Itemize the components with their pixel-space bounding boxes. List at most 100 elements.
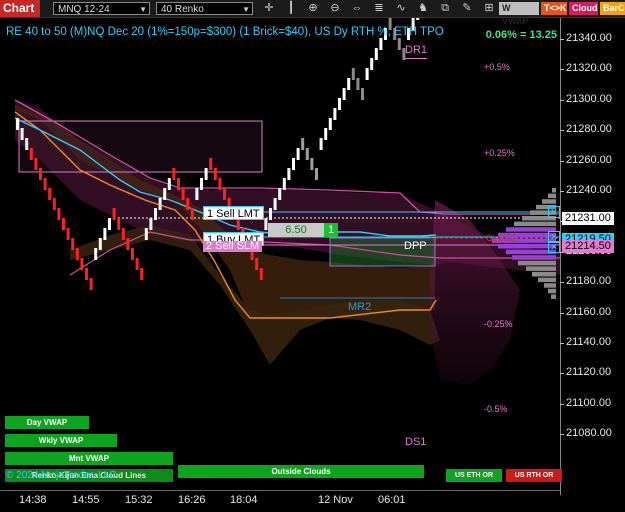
day-vwap-button[interactable]: Day VWAP	[5, 416, 89, 429]
draw-icon[interactable]: ✎	[460, 1, 474, 15]
ds1-label: DS1	[405, 436, 427, 448]
cloud-button[interactable]: Cloud	[569, 2, 598, 15]
pct-change: 0.06% = 13.25	[485, 29, 557, 41]
barco-button[interactable]: BarCo	[600, 2, 625, 15]
bar-style-icon[interactable]: ┃	[284, 1, 298, 15]
price-tick-mark	[560, 69, 564, 71]
pnl-display: 6.50	[268, 223, 324, 237]
renko-brick	[140, 268, 144, 280]
scroll-icon[interactable]: ⇔	[350, 1, 364, 15]
renko-brick	[20, 128, 24, 140]
renko-brick	[131, 248, 134, 260]
volume-profile-bar	[538, 277, 556, 283]
renko-brick	[370, 58, 374, 70]
price-tick-mark	[560, 130, 564, 132]
position-qty[interactable]: 1	[324, 223, 338, 237]
price-tick-label: 21080.00	[566, 427, 612, 440]
volume-profile-bar	[544, 283, 556, 288]
renko-brick	[154, 208, 157, 220]
renko-brick	[282, 178, 286, 190]
price-tick-label: 21340.00	[566, 32, 612, 44]
toolbar: Chart MNQ 12-24 ▼ 40 Renko ▼ ✛ ┃ ⊕ ⊖ ⇔ ≣ ∿…	[0, 0, 625, 26]
close-icon[interactable]: ✕	[548, 241, 560, 253]
renko-brick	[103, 228, 107, 240]
mnt-vwap-button[interactable]: Mnt VWAP	[5, 452, 173, 465]
price-tick-mark	[560, 282, 564, 284]
renko-brick	[338, 98, 341, 110]
renko-brick	[89, 278, 93, 290]
templates-icon[interactable]: ⧉	[438, 1, 452, 15]
mr2-label: MR2	[348, 301, 372, 313]
crosshair-icon[interactable]: ✛	[262, 1, 276, 15]
price-tick-mark	[560, 99, 564, 101]
price-tick-mark	[560, 39, 564, 40]
renko-brick	[121, 228, 125, 240]
outside-clouds-button[interactable]: Outside Clouds	[178, 465, 424, 478]
wvwap-button[interactable]: W VWAP	[499, 2, 539, 26]
renko-brick	[186, 198, 190, 210]
renko-brick	[333, 108, 337, 120]
renko-brick	[85, 268, 88, 280]
zoom-in-icon[interactable]: ⊕	[306, 1, 320, 15]
renko-brick	[34, 158, 38, 170]
bar-type-selector[interactable]: 40 Renko ▼	[156, 2, 253, 15]
price-tick-label: 21280.00	[566, 123, 612, 136]
copyright: © 2024 NinjaTrader, LLC	[6, 470, 117, 481]
price-tick-mark	[560, 191, 564, 192]
time-label: 15:32	[125, 494, 153, 506]
renko-brick	[163, 188, 167, 200]
wkly-vwap-button[interactable]: Wkly VWAP	[5, 434, 117, 447]
instrument-selector[interactable]: MNQ 12-24 ▼	[53, 2, 150, 15]
strategies-icon[interactable]: ♞	[416, 1, 430, 15]
renko-brick	[71, 238, 75, 250]
current-price-box: 21231.00	[562, 212, 614, 225]
renko-brick	[301, 138, 305, 150]
chart-tab[interactable]: Chart	[0, 0, 40, 17]
sell-stop-label: 2 Sell SLM	[206, 240, 260, 252]
renko-brick	[177, 178, 180, 190]
tk-button[interactable]: T<>K	[541, 2, 567, 15]
us-rth-or-button[interactable]: US RTH OR	[506, 469, 562, 482]
renko-brick	[397, 38, 401, 50]
renko-brick	[190, 208, 194, 220]
volume-profile-bar	[526, 266, 556, 271]
renko-brick	[361, 88, 364, 100]
renko-brick	[296, 148, 300, 160]
volume-profile-bar	[548, 288, 556, 294]
zoom-out-icon[interactable]: ⊖	[328, 1, 342, 15]
price-tick-label: 21300.00	[566, 92, 612, 105]
renko-brick	[80, 258, 84, 270]
renko-brick	[264, 218, 268, 230]
renko-brick	[273, 198, 277, 210]
renko-brick	[39, 168, 42, 180]
dpp-label: DPP	[404, 240, 427, 252]
volume-profile-bar	[532, 272, 556, 277]
chevron-down-icon: ▼	[242, 5, 250, 14]
renko-brick	[365, 68, 369, 80]
renko-brick	[204, 168, 208, 180]
sell-limit-order[interactable]: 1 Sell LMT	[203, 206, 264, 220]
renko-brick	[149, 218, 153, 230]
renko-brick	[29, 148, 33, 160]
price-tick-label: 21100.00	[566, 396, 612, 409]
us-eth-or-button[interactable]: US ETH OR	[446, 469, 502, 482]
close-icon[interactable]: ✕	[548, 206, 560, 218]
renko-brick	[158, 198, 162, 210]
properties-icon[interactable]: ≣	[372, 1, 386, 15]
price-tick-mark	[560, 312, 564, 314]
renko-brick	[379, 38, 383, 50]
lock-icon[interactable]: ⊞	[482, 1, 496, 15]
renko-brick	[16, 118, 19, 130]
supply-zone	[18, 120, 263, 173]
renko-brick	[108, 218, 111, 230]
renko-brick	[66, 228, 70, 240]
indicators-icon[interactable]: ∿	[394, 1, 408, 15]
renko-brick	[315, 168, 318, 180]
price-tick-label: 21180.00	[566, 275, 612, 288]
pct-plus-025: +0.25%	[484, 148, 515, 158]
sell-stop-order[interactable]: 2 Sell SLM	[203, 240, 263, 252]
volume-profile-bar	[548, 193, 556, 199]
renko-brick	[319, 138, 323, 150]
time-label: 18:04	[230, 494, 258, 506]
pct-minus-05: -0.5%	[484, 404, 508, 414]
